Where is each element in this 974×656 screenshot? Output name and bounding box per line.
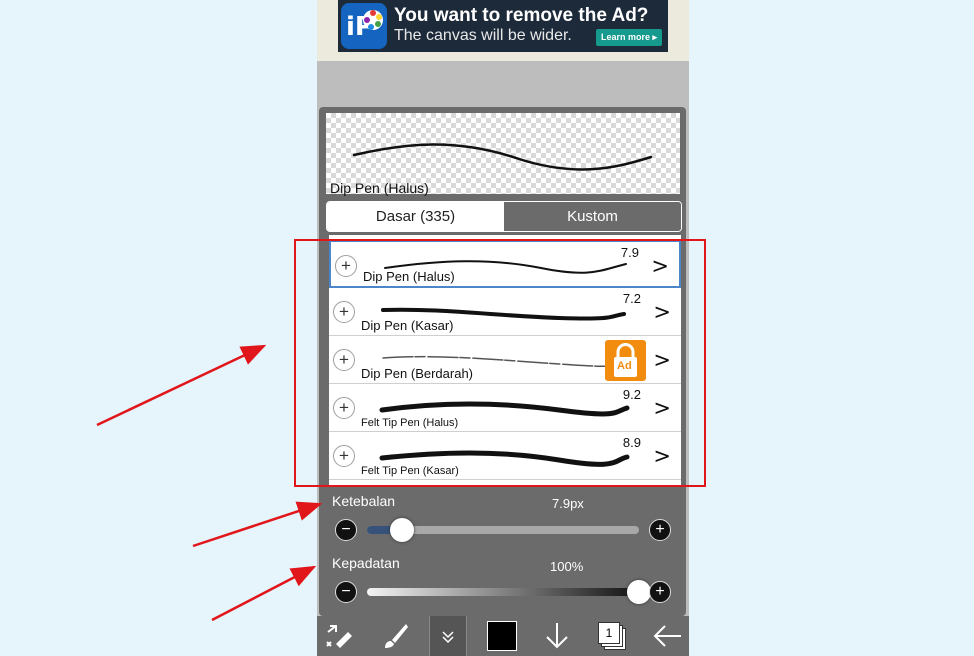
annotation-arrows: [96, 344, 323, 622]
arrow-to-density: [211, 565, 317, 622]
arrow-to-thickness: [192, 501, 323, 548]
arrow-to-brush-list: [96, 344, 267, 427]
